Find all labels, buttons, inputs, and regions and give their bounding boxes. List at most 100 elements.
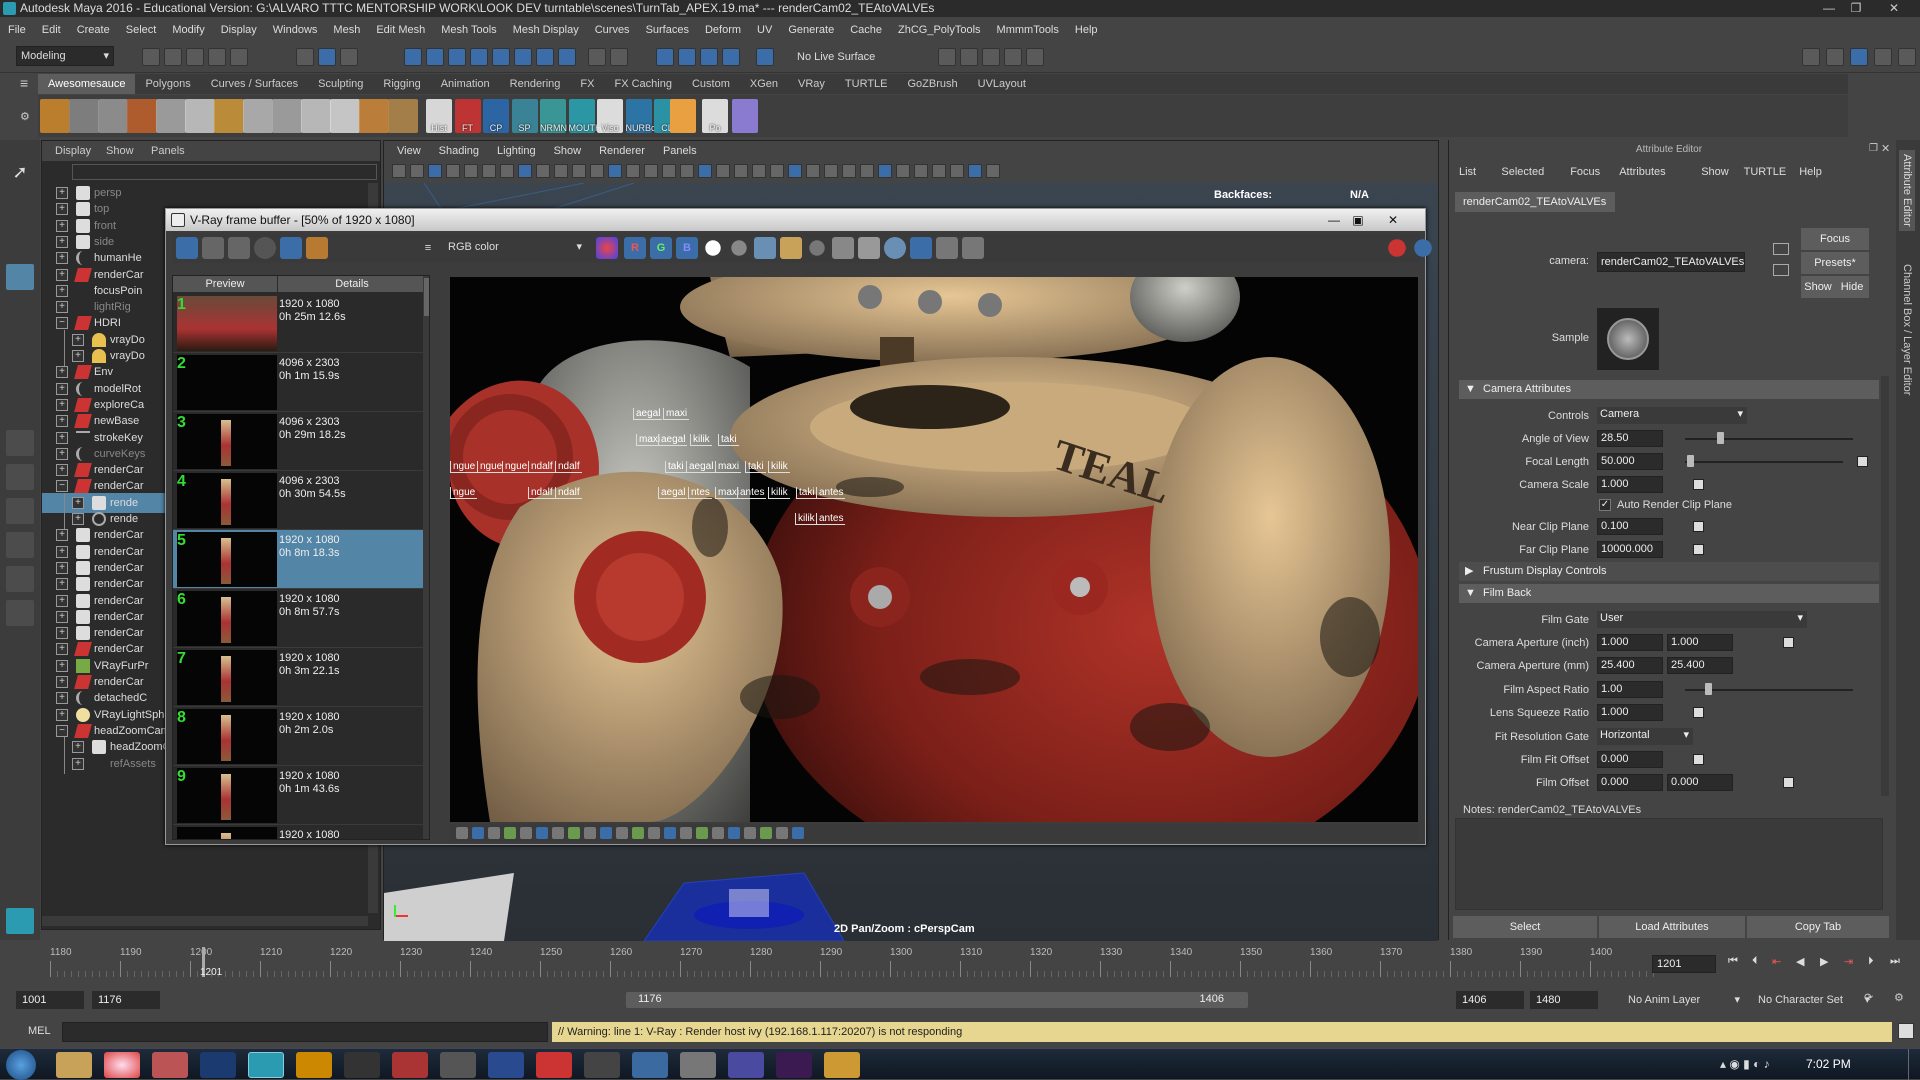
vfb-status-5-icon[interactable] xyxy=(520,827,532,839)
viewport-tool-15-icon[interactable] xyxy=(644,164,658,178)
vfb-stop-render-icon[interactable] xyxy=(1388,239,1406,257)
viewport-tool-27-icon[interactable] xyxy=(860,164,874,178)
snap-surface-icon[interactable] xyxy=(492,48,510,66)
viewport-tool-21-icon[interactable] xyxy=(752,164,766,178)
menu-surfaces[interactable]: Surfaces xyxy=(638,19,697,41)
viewport-tool-19-icon[interactable] xyxy=(716,164,730,178)
film-fit-offset-map-icon[interactable] xyxy=(1693,754,1704,765)
ae-menu-selected[interactable]: Selected xyxy=(1501,166,1544,178)
single-perspective-layout-icon[interactable] xyxy=(6,430,34,456)
shelf-nurbc-icon[interactable]: NURBc xyxy=(625,99,656,133)
menu-display[interactable]: Display xyxy=(213,19,265,41)
expand-toggle-icon[interactable]: + xyxy=(56,692,68,705)
open-scene-icon[interactable] xyxy=(164,48,182,66)
vfb-save-image-icon[interactable] xyxy=(754,237,776,259)
menu-mmmmtools[interactable]: MmmmTools xyxy=(989,19,1067,41)
symmetry-icon[interactable] xyxy=(558,48,576,66)
magnet-icon[interactable] xyxy=(722,48,740,66)
notes-field[interactable] xyxy=(1455,818,1883,910)
focus-button[interactable]: Focus xyxy=(1801,228,1869,250)
side-tab-channel-box[interactable]: Channel Box / Layer Editor xyxy=(1899,260,1915,399)
shelf-sp-icon[interactable]: SP xyxy=(511,99,538,133)
film-offset-y-field[interactable]: 0.000 xyxy=(1667,774,1733,791)
viewport-tool-31-icon[interactable] xyxy=(932,164,946,178)
mel-label[interactable]: MEL xyxy=(28,1025,51,1037)
auto-key-icon[interactable]: ⟳ xyxy=(1864,991,1873,1004)
viewport-tool-13-icon[interactable] xyxy=(608,164,622,178)
vfb-status-21-icon[interactable] xyxy=(776,827,788,839)
menu-generate[interactable]: Generate xyxy=(780,19,842,41)
taskbar-app3-icon[interactable] xyxy=(344,1052,380,1078)
shelf-tab-awesomesauce[interactable]: Awesomesauce xyxy=(38,74,136,94)
viewport-tool-11-icon[interactable] xyxy=(572,164,586,178)
four-view-layout-icon[interactable] xyxy=(6,464,34,490)
film-fit-offset-field[interactable]: 0.000 xyxy=(1597,751,1663,768)
taskbar-explorer-icon[interactable] xyxy=(56,1052,92,1078)
hide-button[interactable]: Hide xyxy=(1835,276,1869,298)
history-item[interactable]: 5 1920 x 1080 0h 8m 18.3s xyxy=(173,530,423,589)
history-item[interactable]: 9 1920 x 1080 0h 1m 43.6s xyxy=(173,766,423,825)
range-bar[interactable]: 1176 1406 xyxy=(626,992,1248,1008)
output-ops-icon[interactable] xyxy=(678,48,696,66)
viewport-tool-1-icon[interactable] xyxy=(392,164,406,178)
playback-end-field[interactable]: 1406 xyxy=(1456,991,1524,1009)
history-scrollbar[interactable] xyxy=(423,276,429,839)
viewport-tool-30-icon[interactable] xyxy=(914,164,928,178)
menu-cache[interactable]: Cache xyxy=(842,19,890,41)
aperture-inch-map-icon[interactable] xyxy=(1783,637,1794,648)
shelf-tool-10-icon[interactable] xyxy=(301,99,331,133)
show-desktop-button[interactable] xyxy=(1908,1049,1920,1080)
taskbar-app-icon[interactable] xyxy=(152,1052,188,1078)
viewport-tool-29-icon[interactable] xyxy=(896,164,910,178)
shelf-tool-1-icon[interactable] xyxy=(40,99,70,133)
menu-file[interactable]: File xyxy=(0,19,34,41)
playback-start-field[interactable]: 1176 xyxy=(92,991,160,1009)
camera-scale-field[interactable]: 1.000 xyxy=(1597,476,1663,493)
script-editor-icon[interactable] xyxy=(1898,1023,1914,1039)
taskbar-app11-icon[interactable] xyxy=(728,1052,764,1078)
vfb-display-correction-icon[interactable] xyxy=(962,237,984,259)
viewport-tool-7-icon[interactable] xyxy=(500,164,514,178)
menu-set-dropdown[interactable]: Modeling ▾ xyxy=(16,46,114,66)
history-item[interactable]: 2 4096 x 2303 0h 1m 15.9s xyxy=(173,353,423,412)
vfb-status-22-icon[interactable] xyxy=(792,827,804,839)
current-time-field[interactable]: 1201 xyxy=(1652,955,1716,973)
render-settings-icon[interactable] xyxy=(982,48,1000,66)
taskbar-app8-icon[interactable] xyxy=(584,1052,620,1078)
ae-menu-attributes[interactable]: Attributes xyxy=(1619,166,1665,178)
expand-toggle-icon[interactable]: + xyxy=(56,366,68,379)
vfb-status-13-icon[interactable] xyxy=(648,827,660,839)
custom-layout-icon[interactable] xyxy=(6,600,34,626)
shelf-ft-icon[interactable]: FT xyxy=(454,99,481,133)
menu-uv[interactable]: UV xyxy=(749,19,780,41)
vfb-status-3-icon[interactable] xyxy=(488,827,500,839)
shelf-tab-rigging[interactable]: Rigging xyxy=(373,74,430,94)
viewport-tool-20-icon[interactable] xyxy=(734,164,748,178)
aperture-inch-y-field[interactable]: 1.000 xyxy=(1667,634,1733,651)
taskbar-app12-icon[interactable] xyxy=(824,1052,860,1078)
lasso-tool-icon[interactable] xyxy=(6,196,34,222)
film-offset-x-field[interactable]: 0.000 xyxy=(1597,774,1663,791)
shelf-tab-gozbrush[interactable]: GoZBrush xyxy=(898,74,968,94)
viewport-tool-9-icon[interactable] xyxy=(536,164,550,178)
far-clip-map-icon[interactable] xyxy=(1693,544,1704,555)
vfb-track-mouse-icon[interactable] xyxy=(832,237,854,259)
shelf-tab-xgen[interactable]: XGen xyxy=(740,74,788,94)
select-hierarchy-icon[interactable] xyxy=(296,48,314,66)
move-tool-icon[interactable] xyxy=(6,264,34,290)
menu-zhcg-polytools[interactable]: ZhCG_PolyTools xyxy=(890,19,989,41)
animation-prefs-icon[interactable]: ⚙ xyxy=(1894,991,1904,1004)
shelf-cp-icon[interactable]: CP xyxy=(483,99,509,133)
taskbar-chrome-icon[interactable] xyxy=(104,1052,140,1078)
vfb-red-channel-icon[interactable]: R xyxy=(624,237,646,259)
step-back-key-icon[interactable]: ⇤ xyxy=(1772,955,1781,968)
go-to-end-icon[interactable]: ⏭ xyxy=(1890,955,1900,968)
viewport-menu-show[interactable]: Show xyxy=(545,141,591,161)
vfb-status-8-icon[interactable] xyxy=(568,827,580,839)
select-button[interactable]: Select xyxy=(1453,916,1597,938)
expand-toggle-icon[interactable]: + xyxy=(56,187,68,199)
shelf-uvlayout-icon[interactable] xyxy=(732,99,758,133)
redo-icon[interactable] xyxy=(230,48,248,66)
restore-icon[interactable]: ❐ xyxy=(1845,0,1867,17)
vfb-mono-icon[interactable] xyxy=(731,240,747,256)
